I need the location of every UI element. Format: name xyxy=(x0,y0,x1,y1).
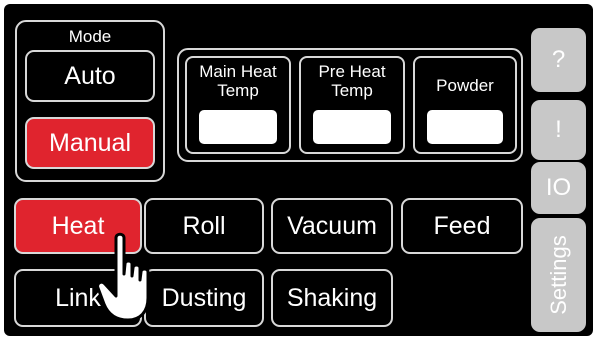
settings-button[interactable]: Settings xyxy=(531,218,586,332)
manual-button[interactable]: Manual xyxy=(25,117,155,169)
pre-heat-temp-label: Pre Heat Temp xyxy=(318,62,386,100)
pre-heat-temp-readout: Pre Heat Temp xyxy=(299,56,405,154)
help-button[interactable]: ? xyxy=(531,28,586,92)
hand-pointer-icon xyxy=(96,232,150,322)
hmi-screen: Mode Auto Manual Main Heat Temp Pre Heat… xyxy=(4,4,593,336)
main-heat-temp-readout: Main Heat Temp xyxy=(185,56,291,154)
feed-button[interactable]: Feed xyxy=(401,198,523,254)
main-heat-temp-field xyxy=(199,110,277,144)
main-heat-temp-label: Main Heat Temp xyxy=(199,62,277,100)
shaking-button[interactable]: Shaking xyxy=(271,269,393,327)
alert-button[interactable]: ! xyxy=(531,100,586,160)
powder-field xyxy=(427,110,503,144)
io-button[interactable]: IO xyxy=(531,162,586,214)
pre-heat-temp-field xyxy=(313,110,391,144)
mode-panel: Mode Auto Manual xyxy=(15,20,165,182)
powder-label: Powder xyxy=(436,76,494,95)
mode-title: Mode xyxy=(68,27,112,46)
readout-panel: Main Heat Temp Pre Heat Temp Powder xyxy=(177,48,523,162)
auto-button[interactable]: Auto xyxy=(25,50,155,102)
vacuum-button[interactable]: Vacuum xyxy=(271,198,393,254)
settings-label: Settings xyxy=(545,235,571,315)
powder-readout: Powder xyxy=(413,56,517,154)
